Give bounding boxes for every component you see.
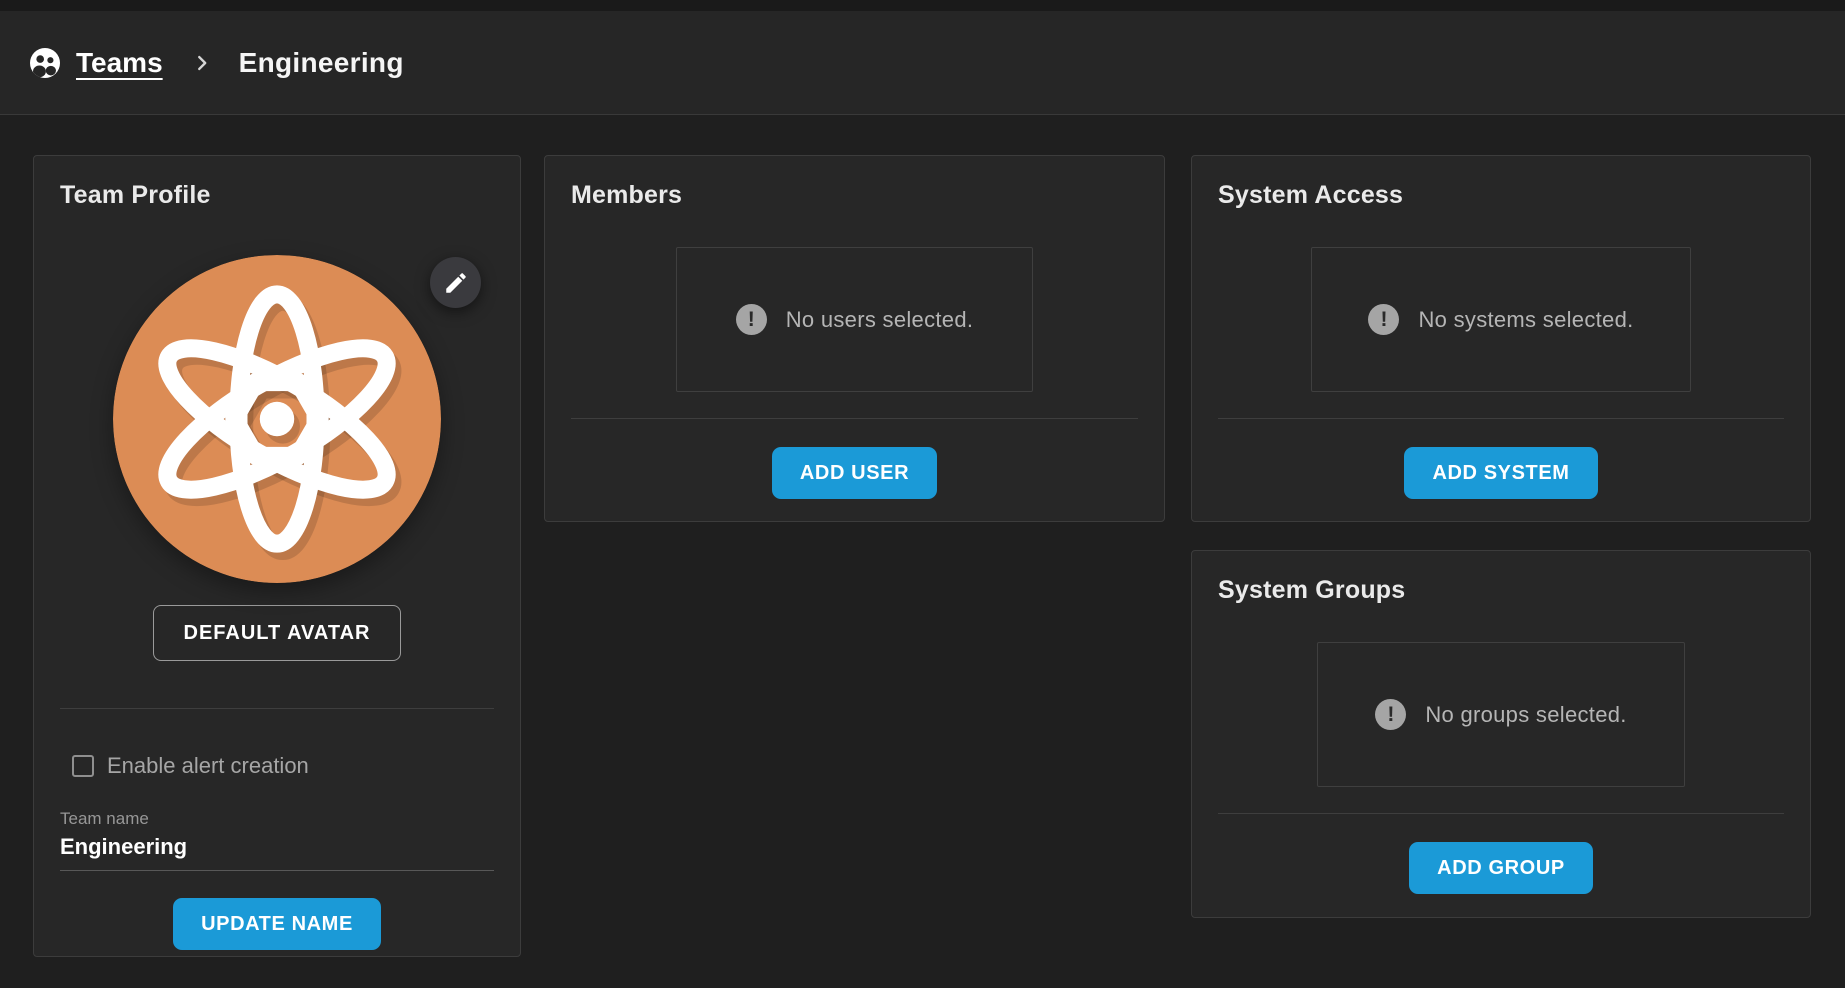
members-card: Members No users selected. ADD USER — [544, 155, 1165, 522]
default-avatar-button[interactable]: DEFAULT AVATAR — [153, 605, 402, 661]
divider — [1218, 813, 1784, 814]
enable-alert-row[interactable]: Enable alert creation — [72, 753, 494, 779]
system-access-empty-message: No systems selected. — [1418, 307, 1633, 333]
error-icon — [1368, 304, 1399, 335]
add-user-button[interactable]: ADD USER — [772, 447, 937, 499]
atom-avatar-icon — [113, 255, 441, 583]
team-profile-card: Team Profile — [33, 155, 521, 957]
error-icon — [1375, 699, 1406, 730]
window-top-edge — [0, 0, 1845, 11]
checkbox-unchecked-icon[interactable] — [72, 755, 94, 777]
members-empty-state: No users selected. — [676, 247, 1033, 392]
team-profile-title: Team Profile — [60, 180, 494, 210]
divider — [60, 708, 494, 709]
enable-alert-label: Enable alert creation — [107, 753, 309, 779]
system-access-card: System Access No systems selected. ADD S… — [1191, 155, 1811, 522]
team-avatar — [113, 255, 441, 583]
add-group-button[interactable]: ADD GROUP — [1409, 842, 1593, 894]
add-system-button[interactable]: ADD SYSTEM — [1404, 447, 1597, 499]
top-nav-bar: Teams Engineering — [0, 11, 1845, 115]
system-groups-empty-state: No groups selected. — [1317, 642, 1685, 787]
teams-people-icon — [27, 45, 63, 81]
members-title: Members — [571, 180, 1138, 210]
page-title: Engineering — [239, 47, 404, 79]
system-groups-empty-message: No groups selected. — [1425, 702, 1626, 728]
members-empty-message: No users selected. — [786, 307, 974, 333]
chevron-right-icon — [191, 52, 213, 74]
system-access-empty-state: No systems selected. — [1311, 247, 1691, 392]
team-name-field: Team name — [60, 809, 494, 871]
system-access-title: System Access — [1218, 180, 1784, 210]
error-icon — [736, 304, 767, 335]
breadcrumb-teams-link[interactable]: Teams — [76, 47, 163, 79]
edit-avatar-button[interactable] — [430, 257, 481, 308]
system-groups-title: System Groups — [1218, 575, 1784, 605]
pencil-icon — [443, 270, 469, 296]
team-name-label: Team name — [60, 809, 494, 829]
team-name-input[interactable] — [60, 829, 494, 871]
divider — [1218, 418, 1784, 419]
divider — [571, 418, 1138, 419]
update-name-button[interactable]: UPDATE NAME — [173, 898, 381, 950]
system-groups-card: System Groups No groups selected. ADD GR… — [1191, 550, 1811, 918]
